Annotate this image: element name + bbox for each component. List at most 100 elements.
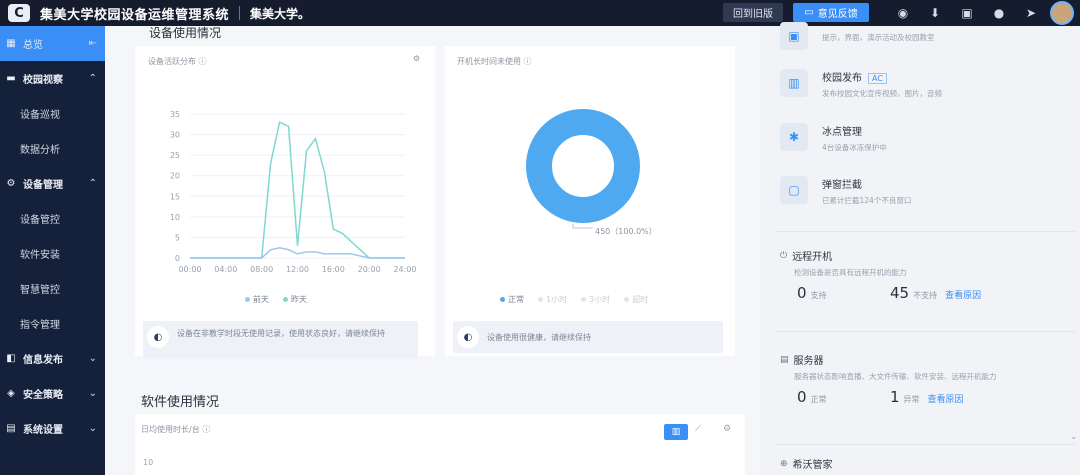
software-card: 日均使用时长/台 ⓘ ▥ ⟋ ⚙ 10 bbox=[135, 414, 745, 475]
y-tick-label: 30 bbox=[170, 131, 180, 140]
settings-icon[interactable]: ⚙ bbox=[413, 54, 420, 63]
idle-label: 开机长时间未使用 ⓘ bbox=[457, 57, 532, 66]
chevron-down-icon[interactable]: ⌄ bbox=[1070, 432, 1078, 442]
server-icon: ▤ bbox=[780, 354, 789, 365]
ac-tag: AC bbox=[868, 73, 887, 84]
dashboard-icon: ▦ bbox=[6, 38, 16, 49]
right-item-popup-block[interactable]: ▢ 弹窗拦截 已累计拦截124个不良窗口 bbox=[780, 176, 911, 206]
chevron-down-icon: ⌄ bbox=[88, 353, 97, 364]
sidebar-item-device-patrol[interactable]: 设备巡视 bbox=[0, 96, 105, 131]
avatar[interactable] bbox=[1050, 1, 1074, 25]
help-icon: ⓘ bbox=[198, 57, 207, 66]
power-icon: ⏻ bbox=[780, 250, 788, 261]
y-tick-label: 0 bbox=[175, 254, 180, 263]
app-logo: C bbox=[8, 4, 30, 22]
save-icon[interactable]: ▣ bbox=[959, 5, 975, 21]
sidebar-item-data-analysis[interactable]: 数据分析 bbox=[0, 131, 105, 166]
legend-1h: 1小时 bbox=[538, 294, 567, 305]
x-tick-label: 04:00 bbox=[214, 265, 237, 274]
sidebar: ▦ 总览 ⇤ ▬ 校园视察 ⌃ 设备巡视 数据分析 ⚙ 设备管理 ⌃ 设备管控 … bbox=[0, 26, 105, 475]
tip-text-1: 设备在非教学时段无使用记录，使用状态良好，请继续保持 bbox=[177, 329, 385, 338]
sidebar-item-smart-control[interactable]: 智慧管控 bbox=[0, 271, 105, 306]
sidebar-item-command-management[interactable]: 指令管理 bbox=[0, 306, 105, 341]
settings-icon[interactable]: ⚙ bbox=[723, 424, 731, 434]
device-usage-title: 设备使用情况 bbox=[149, 26, 222, 40]
legend-overtime: 超时 bbox=[624, 294, 648, 305]
feedback-label: 意见反馈 bbox=[817, 9, 858, 20]
collapse-sidebar-icon[interactable]: ⇤ bbox=[89, 38, 97, 49]
sidebar-item-patrol[interactable]: ▬ 校园视察 ⌃ bbox=[0, 61, 105, 96]
server-abnormal-stat: 1 异常 查看原因 bbox=[890, 388, 964, 406]
chevron-down-icon: ⌄ bbox=[88, 423, 97, 434]
line-chart-toggle-icon[interactable]: ⟋ bbox=[695, 424, 701, 434]
software-usage-title: 软件使用情况 bbox=[141, 395, 220, 410]
remote-view-reason-link[interactable]: 查看原因 bbox=[945, 288, 981, 301]
right-item-top[interactable]: ▣ 提示，界面，演示活动及校园教室 bbox=[780, 22, 935, 50]
activity-label: 设备活跃分布 ⓘ bbox=[148, 57, 207, 66]
x-tick-label: 24:00 bbox=[393, 265, 416, 274]
donut-value-label: 450（100.0%） bbox=[595, 227, 657, 236]
software-y-tick: 10 bbox=[143, 458, 154, 467]
sidebar-item-security[interactable]: ◈ 安全策略 ⌄ bbox=[0, 376, 105, 411]
help-icon: ⓘ bbox=[523, 57, 532, 66]
x-tick-label: 12:00 bbox=[286, 265, 309, 274]
shield-icon: ◈ bbox=[7, 388, 15, 399]
line-legend: 前天 昨天 bbox=[245, 294, 307, 305]
tip-icon: ◐ bbox=[147, 326, 169, 348]
legend-series-1: 前天 bbox=[245, 294, 269, 305]
activity-line-chart: 35 30 25 20 15 10 5 0 00:00 04:00 08:00 12:00 16:00 2… bbox=[170, 110, 417, 274]
y-tick-label: 15 bbox=[170, 192, 180, 201]
sidebar-item-info-publish[interactable]: ◧ 信息发布 ⌄ bbox=[0, 341, 105, 376]
settings-icon: ▤ bbox=[6, 423, 16, 434]
series-line-2 bbox=[190, 246, 405, 259]
idle-donut-chart bbox=[526, 109, 640, 229]
compass-icon[interactable]: ◉ bbox=[895, 5, 911, 21]
seewo-section: ⊕ 希沃管家 bbox=[780, 458, 833, 472]
tip-box-1: ◐ 设备在非教学时段无使用记录，使用状态良好，请继续保持 bbox=[143, 321, 418, 359]
feedback-button[interactable]: ▭ 意见反馈 bbox=[793, 3, 869, 22]
window-icon: ▢ bbox=[780, 176, 808, 204]
download-icon[interactable]: ⬇ bbox=[927, 5, 943, 21]
y-tick-label: 20 bbox=[170, 172, 180, 181]
y-tick-label: 10 bbox=[170, 213, 180, 222]
donut-legend: 正常 1小时 3小时 超时 bbox=[500, 294, 648, 305]
right-item-freeze[interactable]: ✱ 冰点管理 4台设备冰冻保护中 bbox=[780, 123, 887, 153]
gear-icon: ⚙ bbox=[6, 178, 16, 189]
chevron-up-icon: ⌃ bbox=[88, 178, 97, 189]
legend-series-2: 昨天 bbox=[283, 294, 307, 305]
sidebar-item-device-management[interactable]: ⚙ 设备管理 ⌃ bbox=[0, 166, 105, 201]
donut-slice-1 bbox=[526, 109, 640, 223]
server-normal-stat: 0 正常 bbox=[797, 388, 827, 406]
monitor-icon: ▬ bbox=[6, 73, 16, 84]
divider bbox=[775, 331, 1075, 332]
x-tick-label: 20:00 bbox=[358, 265, 381, 274]
y-tick-label: 35 bbox=[170, 110, 180, 119]
tip-icon: ◐ bbox=[457, 326, 479, 348]
divider bbox=[775, 444, 1075, 445]
right-item-campus-publish[interactable]: ▥ 校园发布 AC 发布校园文化宣传视频，图片，音频 bbox=[780, 69, 942, 99]
gift-icon: ▥ bbox=[780, 69, 808, 97]
y-tick-label: 5 bbox=[175, 233, 180, 242]
megaphone-icon: ◧ bbox=[6, 353, 16, 364]
activity-card: 设备活跃分布 ⓘ ⚙ 35 30 25 20 15 10 5 0 00:00 04:00 08:00… bbox=[135, 46, 435, 359]
sidebar-item-overview[interactable]: ▦ 总览 ⇤ bbox=[0, 26, 105, 61]
back-old-version-button[interactable]: 回到旧版 bbox=[723, 3, 783, 22]
legend-3h: 3小时 bbox=[581, 294, 610, 305]
tip-text-2: 设备使用很健康，请继续保持 bbox=[487, 333, 591, 342]
snowflake-icon: ✱ bbox=[780, 123, 808, 151]
main-content: 设备使用情况 设备活跃分布 ⓘ ⚙ 35 30 25 20 15 10 5 0 00:00 04:… bbox=[105, 26, 760, 475]
sidebar-item-device-control[interactable]: 设备管控 bbox=[0, 201, 105, 236]
remote-boot-section: ⏻ 远程开机 检测设备是否具有远程开机的能力 bbox=[780, 250, 907, 278]
bar-chart-toggle-icon[interactable]: ▥ bbox=[664, 424, 688, 440]
chat-icon: ▭ bbox=[804, 7, 814, 18]
server-view-reason-link[interactable]: 查看原因 bbox=[928, 392, 964, 405]
send-icon[interactable]: ➤ bbox=[1023, 5, 1039, 21]
sidebar-item-settings[interactable]: ▤ 系统设置 ⌄ bbox=[0, 411, 105, 446]
donut-leader-line bbox=[572, 224, 593, 229]
circle-icon[interactable]: ● bbox=[991, 5, 1007, 21]
chevron-up-icon: ⌃ bbox=[88, 73, 97, 84]
sidebar-item-software-install[interactable]: 软件安装 bbox=[0, 236, 105, 271]
x-tick-label: 08:00 bbox=[250, 265, 273, 274]
chevron-down-icon: ⌄ bbox=[88, 388, 97, 399]
remote-unsupported-stat: 45 不支持 查看原因 bbox=[890, 284, 982, 302]
